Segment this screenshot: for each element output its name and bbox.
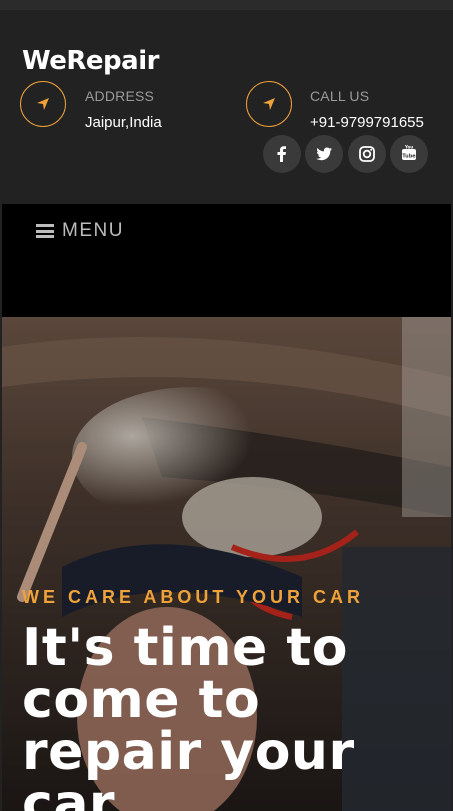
youtube-icon[interactable]: Tube You [390, 135, 428, 173]
instagram-icon[interactable] [348, 135, 386, 173]
address-label: ADDRESS [85, 88, 155, 104]
facebook-icon[interactable] [263, 135, 301, 173]
phone-number[interactable]: +91-9799791655 [310, 114, 424, 131]
svg-text:You: You [404, 145, 413, 150]
site-header: WeRepair ADDRESS Jaipur,India CALL US +9… [0, 10, 453, 204]
hamburger-icon [36, 224, 54, 238]
main-navbar: MENU [2, 204, 451, 317]
call-us-label: CALL US [310, 88, 370, 104]
hero-tagline: WE CARE ABOUT YOUR CAR [22, 587, 365, 607]
frame-border-left [0, 204, 2, 811]
top-strip [0, 0, 453, 10]
menu-label: MENU [62, 220, 124, 241]
hero-title: It's time to come to repair your car [22, 618, 355, 811]
twitter-icon[interactable] [305, 135, 343, 173]
location-arrow-icon [246, 81, 292, 127]
menu-toggle-button[interactable]: MENU [36, 220, 124, 242]
hero-banner: WE CARE ABOUT YOUR CAR It's time to come… [2, 317, 451, 811]
location-arrow-icon [20, 81, 66, 127]
address-value: Jaipur,India [85, 114, 162, 131]
svg-text:Tube: Tube [402, 153, 416, 159]
brand-logo[interactable]: WeRepair [22, 46, 159, 76]
